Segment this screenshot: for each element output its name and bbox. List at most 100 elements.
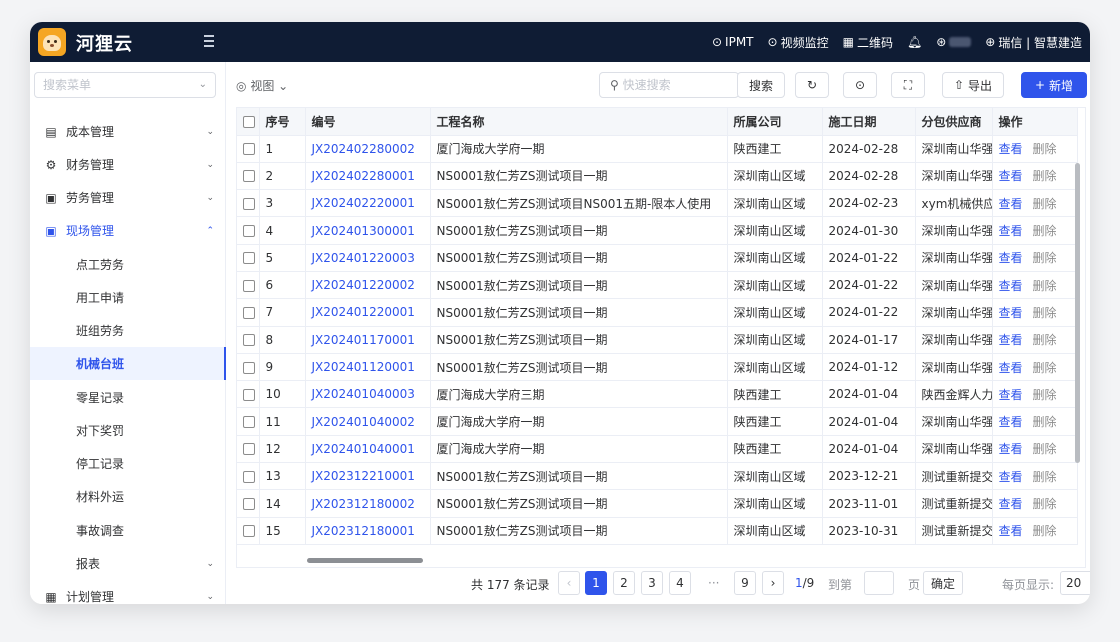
row-checkbox[interactable] — [237, 135, 260, 163]
row-checkbox[interactable] — [237, 244, 260, 272]
export-button[interactable]: ⇧ 导出 — [942, 72, 1004, 98]
row-checkbox[interactable] — [237, 162, 260, 191]
bell-icon[interactable]: 🔔︎ — [907, 35, 922, 49]
row-code-link[interactable]: JX202401040001 — [305, 435, 431, 464]
confirm-goto-button[interactable]: 确定 — [923, 571, 963, 595]
delete-link[interactable]: 删除 — [1033, 197, 1057, 211]
view-link[interactable]: 查看 — [999, 333, 1023, 347]
view-link[interactable]: 查看 — [999, 361, 1023, 375]
delete-link[interactable]: 删除 — [1033, 470, 1057, 484]
delete-link[interactable]: 删除 — [1033, 279, 1057, 293]
user-menu[interactable]: ⊛ — [936, 35, 972, 49]
row-checkbox[interactable] — [237, 517, 260, 545]
delete-link[interactable]: 删除 — [1033, 306, 1057, 320]
delete-link[interactable]: 删除 — [1033, 524, 1057, 538]
view-link[interactable]: 查看 — [999, 224, 1023, 238]
row-code-link[interactable]: JX202312180001 — [305, 517, 431, 545]
row-checkbox[interactable] — [237, 271, 260, 300]
delete-link[interactable]: 删除 — [1033, 361, 1057, 375]
table-row[interactable]: 13 JX202312210001 NS0001敖仁芳ZS测试项目一期 深圳南山区域 2… — [237, 462, 1078, 491]
view-link[interactable]: 查看 — [999, 279, 1023, 293]
per-page-select[interactable]: 20 ⌄ — [1060, 571, 1090, 595]
row-checkbox[interactable] — [237, 216, 260, 245]
view-dropdown[interactable]: ◎ 视图 ⌄ — [236, 77, 288, 94]
view-link[interactable]: 查看 — [999, 524, 1023, 538]
row-code-link[interactable]: JX202401170001 — [305, 326, 431, 354]
row-code-link[interactable]: JX202402280002 — [305, 135, 431, 163]
row-code-link[interactable]: JX202401220001 — [305, 298, 431, 327]
ipmt-link[interactable]: ⊙ IPMT — [712, 35, 754, 49]
sidebar-item-labor[interactable]: ▣ 劳务管理 ⌄ — [30, 181, 226, 214]
sidebar-sub-item[interactable]: 材料外运 — [30, 480, 226, 513]
view-link[interactable]: 查看 — [999, 169, 1023, 183]
quick-search-input[interactable]: ⚲ 快速搜索 — [599, 72, 739, 98]
menu-search-input[interactable]: 搜索菜单 ⌄ — [34, 72, 216, 98]
vertical-scrollbar[interactable] — [1075, 163, 1080, 463]
table-row[interactable]: 7 JX202401220001 NS0001敖仁芳ZS测试项目一期 深圳南山区域 20… — [237, 298, 1078, 327]
sidebar-item-site[interactable]: ▣ 现场管理 ⌃ — [30, 214, 226, 247]
horizontal-scrollbar[interactable] — [307, 558, 423, 563]
delete-link[interactable]: 删除 — [1033, 333, 1057, 347]
page-button[interactable]: 2 — [613, 571, 635, 595]
delete-link[interactable]: 删除 — [1033, 224, 1057, 238]
row-checkbox[interactable] — [237, 407, 260, 436]
delete-link[interactable]: 删除 — [1033, 251, 1057, 265]
delete-link[interactable]: 删除 — [1033, 415, 1057, 429]
view-link[interactable]: 查看 — [999, 470, 1023, 484]
table-row[interactable]: 8 JX202401170001 NS0001敖仁芳ZS测试项目一期 深圳南山区域 20… — [237, 326, 1078, 354]
row-checkbox[interactable] — [237, 298, 260, 327]
table-row[interactable]: 4 JX202401300001 NS0001敖仁芳ZS测试项目一期 深圳南山区域 20… — [237, 216, 1078, 245]
org-switch[interactable]: ⊕ 瑞信 | 智慧建造 — [985, 34, 1082, 51]
delete-link[interactable]: 删除 — [1033, 442, 1057, 456]
table-row[interactable]: 1 JX202402280002 厦门海成大学府一期 陕西建工 2024-02-28 深圳… — [237, 135, 1078, 163]
collapse-menu-icon[interactable] — [204, 35, 218, 49]
fullscreen-button[interactable]: ⛶ — [891, 72, 925, 98]
sidebar-sub-item[interactable]: 对下奖罚 — [30, 414, 226, 447]
page-button[interactable]: 4 — [669, 571, 691, 595]
page-button[interactable]: 3 — [641, 571, 663, 595]
table-row[interactable]: 9 JX202401120001 NS0001敖仁芳ZS测试项目一期 深圳南山区域 20… — [237, 353, 1078, 382]
table-row[interactable]: 15 JX202312180001 NS0001敖仁芳ZS测试项目一期 深圳南山区域 2… — [237, 517, 1078, 545]
view-link[interactable]: 查看 — [999, 388, 1023, 402]
table-row[interactable]: 2 JX202402280001 NS0001敖仁芳ZS测试项目一期 深圳南山区域 20… — [237, 162, 1078, 191]
view-link[interactable]: 查看 — [999, 306, 1023, 320]
sidebar-item-cost[interactable]: ▤ 成本管理 ⌄ — [30, 115, 226, 148]
view-link[interactable]: 查看 — [999, 442, 1023, 456]
view-link[interactable]: 查看 — [999, 415, 1023, 429]
delete-link[interactable]: 删除 — [1033, 169, 1057, 183]
row-code-link[interactable]: JX202401040002 — [305, 407, 431, 436]
row-code-link[interactable]: JX202401220002 — [305, 271, 431, 300]
video-monitor-link[interactable]: ⊙ 视频监控 — [768, 34, 829, 51]
delete-link[interactable]: 删除 — [1033, 142, 1057, 156]
table-row[interactable]: 11 JX202401040002 厦门海成大学府一期 陕西建工 2024-01-04 深… — [237, 407, 1078, 436]
table-row[interactable]: 5 JX202401220003 NS0001敖仁芳ZS测试项目一期 深圳南山区域 20… — [237, 244, 1078, 272]
sidebar-item-finance[interactable]: ⚙ 财务管理 ⌄ — [30, 148, 226, 181]
search-button[interactable]: 搜索 — [737, 72, 785, 98]
row-code-link[interactable]: JX202401040003 — [305, 380, 431, 409]
add-button[interactable]: + 新增 — [1021, 72, 1087, 98]
goto-page-input[interactable] — [864, 571, 894, 595]
row-checkbox[interactable] — [237, 462, 260, 491]
view-link[interactable]: 查看 — [999, 142, 1023, 156]
next-page-button[interactable]: › — [762, 571, 784, 595]
sidebar-sub-item[interactable]: 事故调查 — [30, 514, 226, 547]
table-row[interactable]: 14 JX202312180002 NS0001敖仁芳ZS测试项目一期 深圳南山区域 2… — [237, 489, 1078, 518]
qrcode-link[interactable]: ▦ 二维码 — [843, 34, 893, 51]
row-code-link[interactable]: JX202401300001 — [305, 216, 431, 245]
refresh-button[interactable]: ↻ — [795, 72, 829, 98]
row-code-link[interactable]: JX202312210001 — [305, 462, 431, 491]
table-row[interactable]: 6 JX202401220002 NS0001敖仁芳ZS测试项目一期 深圳南山区域 20… — [237, 271, 1078, 300]
settings-button[interactable]: ⊙ — [843, 72, 877, 98]
sidebar-item-plan[interactable]: ▦ 计划管理 ⌄ — [30, 580, 226, 605]
sidebar-sub-item[interactable]: 班组劳务 — [30, 314, 226, 347]
page-ellipsis[interactable]: ··· — [708, 576, 719, 590]
table-row[interactable]: 10 JX202401040003 厦门海成大学府三期 陕西建工 2024-01-04 陕… — [237, 380, 1078, 409]
sidebar-sub-item-reports[interactable]: 报表 ⌄ — [30, 547, 226, 580]
row-code-link[interactable]: JX202402220001 — [305, 189, 431, 218]
sidebar-sub-item[interactable]: 用工申请 — [30, 281, 226, 314]
row-checkbox[interactable] — [237, 489, 260, 518]
delete-link[interactable]: 删除 — [1033, 497, 1057, 511]
row-checkbox[interactable] — [237, 353, 260, 382]
row-code-link[interactable]: JX202402280001 — [305, 162, 431, 191]
page-button-active[interactable]: 1 — [585, 571, 607, 595]
